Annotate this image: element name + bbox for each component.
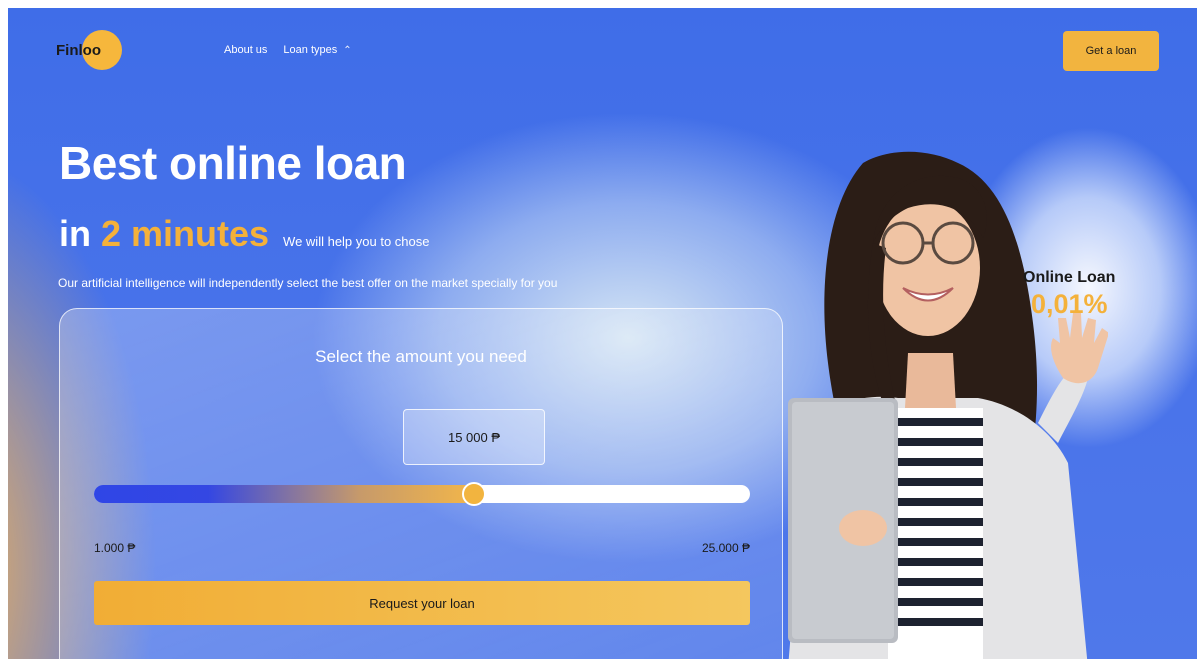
hero-line2-accent: 2 minutes	[101, 213, 270, 254]
hero-title: Best online loan	[59, 137, 407, 189]
page-stage: Finl oo About us Loan types ⌃ Get a loan B…	[8, 8, 1197, 659]
slider-max-label: 25.000 ₱	[701, 541, 750, 555]
badge-label: Online Loan	[1023, 269, 1116, 286]
badge-rate: 0,01%	[1030, 289, 1108, 319]
hero-subheading: in 2 minutes We will help you to chose	[59, 213, 430, 255]
hero-woman-image	[788, 151, 1108, 659]
hero-description: Our artificial intelligence will indepen…	[58, 276, 558, 290]
slider-fill	[94, 485, 475, 503]
top-nav: About us Loan types ⌃	[224, 44, 352, 56]
hero-line2-small: We will help you to chose	[283, 234, 430, 249]
slider-min-label: 1.000 ₱	[94, 541, 136, 555]
nav-loan-types-label: Loan types	[283, 44, 338, 56]
request-loan-button[interactable]: Request your loan	[94, 581, 750, 625]
get-loan-button[interactable]: Get a loan	[1063, 31, 1159, 71]
chevron-up-icon: ⌃	[343, 45, 352, 56]
hero-line2-prefix: in	[59, 213, 91, 254]
calculator-title: Select the amount you need	[315, 347, 527, 366]
amount-field[interactable]: 15 000 ₱	[403, 409, 545, 465]
amount-slider[interactable]	[94, 482, 750, 506]
loan-calculator-card: Select the amount you need 15 000 ₱ 1.00…	[59, 308, 783, 659]
online-loan-badge: Online Loan 0,01%	[1023, 269, 1115, 320]
logo[interactable]: Finl oo	[56, 30, 122, 70]
logo-oo-text: oo	[82, 41, 101, 59]
nav-loan-types[interactable]: Loan types ⌃	[283, 44, 351, 56]
logo-text: Finl	[56, 41, 83, 59]
nav-about-us[interactable]: About us	[224, 44, 267, 56]
